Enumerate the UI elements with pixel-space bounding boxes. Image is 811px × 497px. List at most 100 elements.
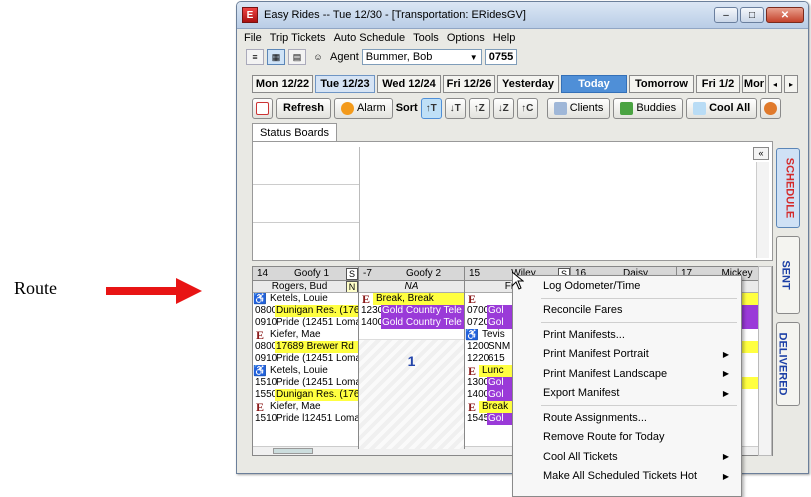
trip-text: Pride l12451 Loma (276, 413, 358, 424)
sort-button[interactable]: ↑T (420, 97, 442, 119)
extra-tool-button[interactable] (760, 97, 782, 119)
annotation-arrow (106, 278, 202, 304)
title-bar[interactable]: E Easy Rides -- Tue 12/30 - [Transportat… (237, 2, 808, 29)
stop-time: 1300 (467, 377, 490, 388)
date-tab[interactable]: Today (561, 75, 627, 93)
list-item[interactable] (253, 147, 359, 185)
date-tab[interactable]: Yesterday (497, 75, 559, 93)
tab-schedule[interactable]: SCHEDULE (776, 148, 800, 228)
stop-time: 0910 (255, 317, 278, 328)
trip-text: Ketels, Louie (270, 293, 328, 304)
tab-scroll-right-icon[interactable]: ▸ (784, 75, 798, 93)
grid-vertical-scrollbar[interactable] (758, 266, 772, 456)
menu-bar: File Trip Tickets Auto Schedule Tools Option… (237, 29, 808, 47)
date-tab[interactable]: Mon 12/22 (252, 75, 313, 93)
date-tab[interactable]: Tomorrow (629, 75, 694, 93)
ambulatory-icon: E (467, 365, 476, 377)
context-menu-item[interactable]: Cool All Tickets ▶ (513, 447, 741, 467)
agent-icon[interactable]: ☺ (309, 49, 327, 65)
menu-item-trip-tickets[interactable]: Trip Tickets (270, 32, 326, 44)
trip-stop[interactable]: 0800 17689 Brewer Rd (253, 341, 358, 353)
menu-item-auto-schedule[interactable]: Auto Schedule (334, 32, 406, 44)
trip-passenger[interactable]: ♿ Ketels, Louie (253, 293, 358, 305)
tab-sent[interactable]: SENT (776, 236, 800, 314)
trip-passenger[interactable]: E Break, Break (359, 293, 464, 305)
context-menu-item[interactable]: Make All Scheduled Tickets Hot ▶ (513, 467, 741, 487)
context-menu-item[interactable]: Remove Route for Today (513, 428, 741, 448)
submenu-arrow-icon: ▶ (722, 452, 729, 462)
clients-button[interactable]: Clients (546, 97, 611, 119)
wheelchair-icon: ♿ (253, 293, 267, 305)
calendar-button[interactable] (252, 97, 273, 119)
context-menu-item[interactable]: Log Odometer/Time (513, 276, 741, 296)
agent-number-field[interactable]: 0755 (484, 49, 517, 65)
trip-stop[interactable]: 1400 Gold Country Tele (359, 317, 464, 329)
list-item[interactable] (253, 223, 359, 261)
submenu-arrow-icon: ▶ (722, 471, 729, 481)
stop-time: 1400 (361, 317, 384, 328)
buddies-button[interactable]: Buddies (613, 97, 684, 119)
agent-select[interactable]: Bummer, Bob ▼ (361, 49, 482, 65)
alarm-button[interactable]: Alarm (333, 97, 393, 119)
vertical-scrollbar[interactable] (756, 162, 769, 258)
cool-all-button[interactable]: Cool All (686, 97, 758, 119)
trip-stop[interactable]: 1230 Gold Country Tele (359, 305, 464, 317)
trip-passenger[interactable]: E Kiefer, Mae (253, 329, 358, 341)
wheelchair-icon: ♿ (465, 329, 479, 341)
trip-stop[interactable]: 1510 Pride l12451 Loma (253, 413, 358, 425)
calendar-view-icon[interactable]: ▤ (288, 49, 306, 65)
route-column[interactable]: 14 Goofy 1 S Rogers, Bud N ♿ Ketels, Louie 0800… (253, 267, 359, 449)
calendar-icon (256, 101, 269, 115)
refresh-button[interactable]: Refresh (276, 97, 331, 119)
tab-status-boards[interactable]: Status Boards (252, 123, 337, 141)
ambulatory-icon: E (255, 401, 264, 413)
sort-button[interactable]: ↓T (444, 97, 466, 119)
context-menu-item[interactable]: Print Manifest Landscape ▶ (513, 364, 741, 384)
route-name: Goofy 2 (405, 268, 442, 279)
list-view-icon[interactable]: ≡ (246, 49, 264, 65)
maximize-button[interactable]: □ (740, 7, 764, 23)
list-item[interactable] (253, 185, 359, 223)
context-menu-item[interactable]: Reconcile Fares (513, 301, 741, 321)
menu-item-label: Remove Route for Today (543, 431, 665, 444)
close-button[interactable]: ✕ (766, 7, 804, 23)
context-menu-item[interactable]: Print Manifests... (513, 325, 741, 345)
trip-stop[interactable]: 0910 Pride (12451 Loma (253, 353, 358, 365)
route-column[interactable]: -7 Goofy 2 NA E Break, Break 1230 Gold Country… (359, 267, 465, 449)
trip-stop[interactable]: 0800 Dunigan Res. (176 (253, 305, 358, 317)
route-header[interactable]: -7 Goofy 2 (359, 267, 464, 281)
date-tab[interactable]: Mor (742, 75, 766, 93)
menu-item-options[interactable]: Options (447, 32, 485, 44)
context-menu-item[interactable]: Export Manifest ▶ (513, 384, 741, 404)
route-header[interactable]: 14 Goofy 1 S (253, 267, 358, 281)
menu-item-file[interactable]: File (244, 32, 262, 44)
collapse-icon[interactable]: « (753, 147, 769, 160)
driver-name: NA (404, 281, 419, 292)
date-tab[interactable]: Fri 1/2 (696, 75, 740, 93)
menu-item-label: Reconcile Fares (543, 304, 623, 317)
trip-stop[interactable]: 1550 Dunigan Res. (176 (253, 389, 358, 401)
tab-delivered[interactable]: DELIVERED (776, 322, 800, 406)
stop-time: 0910 (255, 353, 278, 364)
date-tab[interactable]: Wed 12/24 (377, 75, 441, 93)
buddies-icon (620, 101, 634, 115)
route-flag: S (346, 267, 358, 280)
sort-button[interactable]: ↑Z (468, 97, 490, 119)
trip-stop[interactable]: 1510 Pride (12451 Loma (253, 377, 358, 389)
app-icon[interactable]: E (242, 7, 258, 23)
trip-stop[interactable]: 0910 Pride (12451 Loma (253, 317, 358, 329)
date-tab[interactable]: Fri 12/26 (443, 75, 495, 93)
context-menu-item[interactable]: Route Assignments... (513, 408, 741, 428)
sort-button[interactable]: ↑C (516, 97, 538, 119)
minimize-button[interactable]: – (714, 7, 738, 23)
context-menu-item[interactable]: Print Manifest Portrait ▶ (513, 345, 741, 365)
menu-item-help[interactable]: Help (493, 32, 516, 44)
tab-scroll-left-icon[interactable]: ◂ (768, 75, 782, 93)
menu-item-tools[interactable]: Tools (413, 32, 439, 44)
sort-button[interactable]: ↓Z (492, 97, 514, 119)
trip-passenger[interactable]: ♿ Ketels, Louie (253, 365, 358, 377)
menu-item-label: Export Manifest (543, 387, 620, 400)
trip-passenger[interactable]: E Kiefer, Mae (253, 401, 358, 413)
date-tab[interactable]: Tue 12/23 (315, 75, 375, 93)
board-view-icon[interactable]: ▦ (267, 49, 285, 65)
